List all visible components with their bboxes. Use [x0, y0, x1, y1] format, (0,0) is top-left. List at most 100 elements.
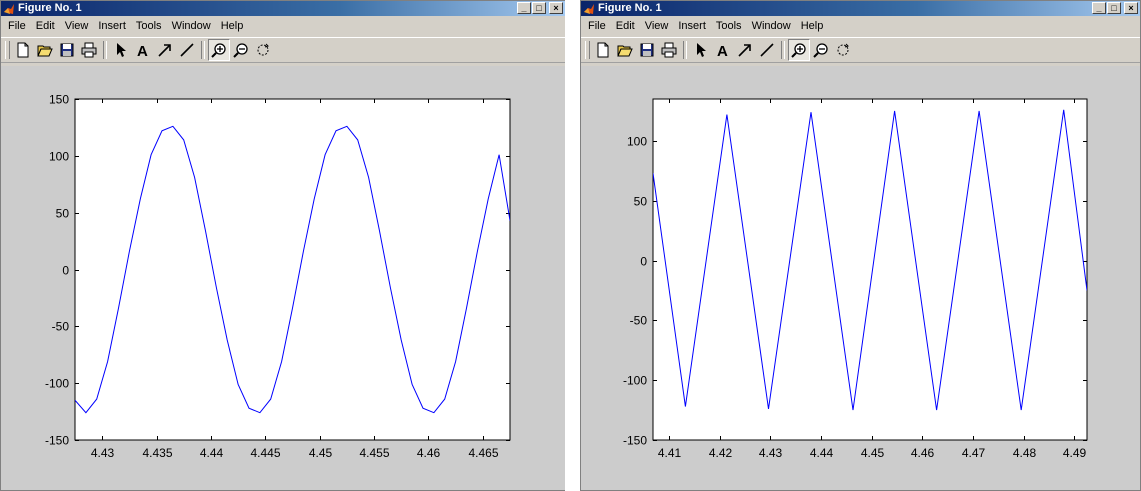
figure-window-2: Figure No. 1 _ □ × File Edit View Insert Tools Wi… [580, 0, 1141, 491]
print-button[interactable] [658, 39, 680, 61]
y-tick-label: 150 [49, 93, 69, 107]
y-tick-label: -150 [623, 434, 647, 448]
y-tick-label: 50 [634, 195, 648, 209]
new-figure-button[interactable] [12, 39, 34, 61]
zoom-in-button[interactable] [208, 39, 230, 61]
menu-insert[interactable]: Insert [93, 16, 131, 37]
menu-bar: File Edit View Insert Tools Window Help [1, 16, 565, 37]
axes-svg: 4.43 4.435 4.44 4.445 4.45 4.455 4.46 4.465 -150… [45, 93, 511, 460]
x-tick-label: 4.48 [1013, 446, 1037, 460]
x-tick-label: 4.45 [861, 446, 885, 460]
title-bar[interactable]: Figure No. 1 _ □ × [1, 1, 565, 16]
save-icon [59, 42, 75, 58]
menu-help[interactable]: Help [216, 16, 249, 37]
maximize-icon: □ [1111, 3, 1117, 13]
insert-text-button[interactable]: A [712, 39, 734, 61]
axes-box[interactable] [652, 98, 1088, 441]
menu-file[interactable]: File [3, 16, 31, 37]
x-tick-label: 4.435 [142, 446, 172, 460]
insert-line-button[interactable] [756, 39, 778, 61]
zoom-out-icon [233, 42, 249, 58]
rotate-3d-button[interactable] [252, 39, 274, 61]
title-bar[interactable]: Figure No. 1 _ □ × [581, 1, 1140, 16]
figure-toolbar: A [1, 37, 565, 63]
zoom-in-button[interactable] [788, 39, 810, 61]
menu-edit[interactable]: Edit [31, 16, 60, 37]
menu-window[interactable]: Window [747, 16, 796, 37]
toolbar-grip[interactable] [585, 41, 590, 59]
toolbar-separator [683, 41, 687, 59]
y-tick-label: -100 [623, 374, 647, 388]
y-tick-label: 0 [62, 264, 69, 278]
menu-view[interactable]: View [640, 16, 674, 37]
save-icon [639, 42, 655, 58]
insert-arrow-icon [737, 42, 753, 58]
open-file-icon [37, 42, 53, 58]
save-button[interactable] [636, 39, 658, 61]
figure-canvas: 4.43 4.435 4.44 4.445 4.45 4.455 4.46 4.465 -150… [1, 66, 565, 490]
x-tick-label: 4.455 [359, 446, 389, 460]
insert-arrow-icon [157, 42, 173, 58]
y-tick-label: -100 [45, 377, 69, 391]
menu-tools[interactable]: Tools [711, 16, 747, 37]
x-tick-label: 4.44 [200, 446, 224, 460]
close-icon: × [553, 3, 559, 13]
print-icon [81, 42, 97, 58]
insert-arrow-button[interactable] [734, 39, 756, 61]
y-tick-label: -150 [45, 434, 69, 448]
toolbar-grip[interactable] [5, 41, 10, 59]
print-icon [661, 42, 677, 58]
x-tick-label: 4.49 [1063, 446, 1087, 460]
new-figure-icon [595, 42, 611, 58]
menu-view[interactable]: View [60, 16, 94, 37]
insert-line-icon [759, 42, 775, 58]
menu-bar: File Edit View Insert Tools Window Help [581, 16, 1140, 37]
toolbar-separator [201, 41, 205, 59]
x-tick-label: 4.43 [759, 446, 783, 460]
minimize-button[interactable]: _ [517, 2, 531, 14]
menu-tools[interactable]: Tools [131, 16, 167, 37]
close-button[interactable]: × [1124, 2, 1138, 14]
zoom-out-button[interactable] [230, 39, 252, 61]
axes-box[interactable] [74, 98, 511, 441]
rotate-3d-button[interactable] [832, 39, 854, 61]
insert-text-button[interactable]: A [132, 39, 154, 61]
edit-plot-arrow-icon [113, 42, 129, 58]
matlab-logo-icon [583, 3, 595, 15]
edit-plot-arrow-button[interactable] [690, 39, 712, 61]
x-tick-label: 4.47 [962, 446, 986, 460]
zoom-out-button[interactable] [810, 39, 832, 61]
window-controls: _ □ × [1092, 2, 1138, 14]
x-tick-label: 4.46 [417, 446, 441, 460]
y-tick-label: -50 [52, 320, 70, 334]
insert-text-icon: A [135, 42, 151, 58]
open-file-button[interactable] [34, 39, 56, 61]
minimize-button[interactable]: _ [1092, 2, 1106, 14]
x-tick-label: 4.45 [309, 446, 333, 460]
open-file-button[interactable] [614, 39, 636, 61]
x-tick-label: 4.43 [91, 446, 115, 460]
menu-window[interactable]: Window [167, 16, 216, 37]
new-figure-button[interactable] [592, 39, 614, 61]
edit-plot-arrow-button[interactable] [110, 39, 132, 61]
menu-help[interactable]: Help [796, 16, 829, 37]
open-file-icon [617, 42, 633, 58]
save-button[interactable] [56, 39, 78, 61]
zoom-out-icon [813, 42, 829, 58]
figure-canvas: 4.41 4.42 4.43 4.44 4.45 4.46 4.47 4.48 4.49 -150… [581, 66, 1140, 490]
minimize-icon: _ [521, 3, 527, 13]
menu-insert[interactable]: Insert [673, 16, 711, 37]
maximize-button[interactable]: □ [1107, 2, 1121, 14]
close-button[interactable]: × [549, 2, 563, 14]
menu-edit[interactable]: Edit [611, 16, 640, 37]
print-button[interactable] [78, 39, 100, 61]
close-icon: × [1128, 3, 1134, 13]
rotate-3d-icon [255, 42, 271, 58]
x-tick-label: 4.445 [250, 446, 280, 460]
menu-file[interactable]: File [583, 16, 611, 37]
zoom-in-icon [791, 42, 807, 58]
insert-line-button[interactable] [176, 39, 198, 61]
insert-arrow-button[interactable] [154, 39, 176, 61]
maximize-button[interactable]: □ [532, 2, 546, 14]
y-tick-label: 0 [640, 255, 647, 269]
